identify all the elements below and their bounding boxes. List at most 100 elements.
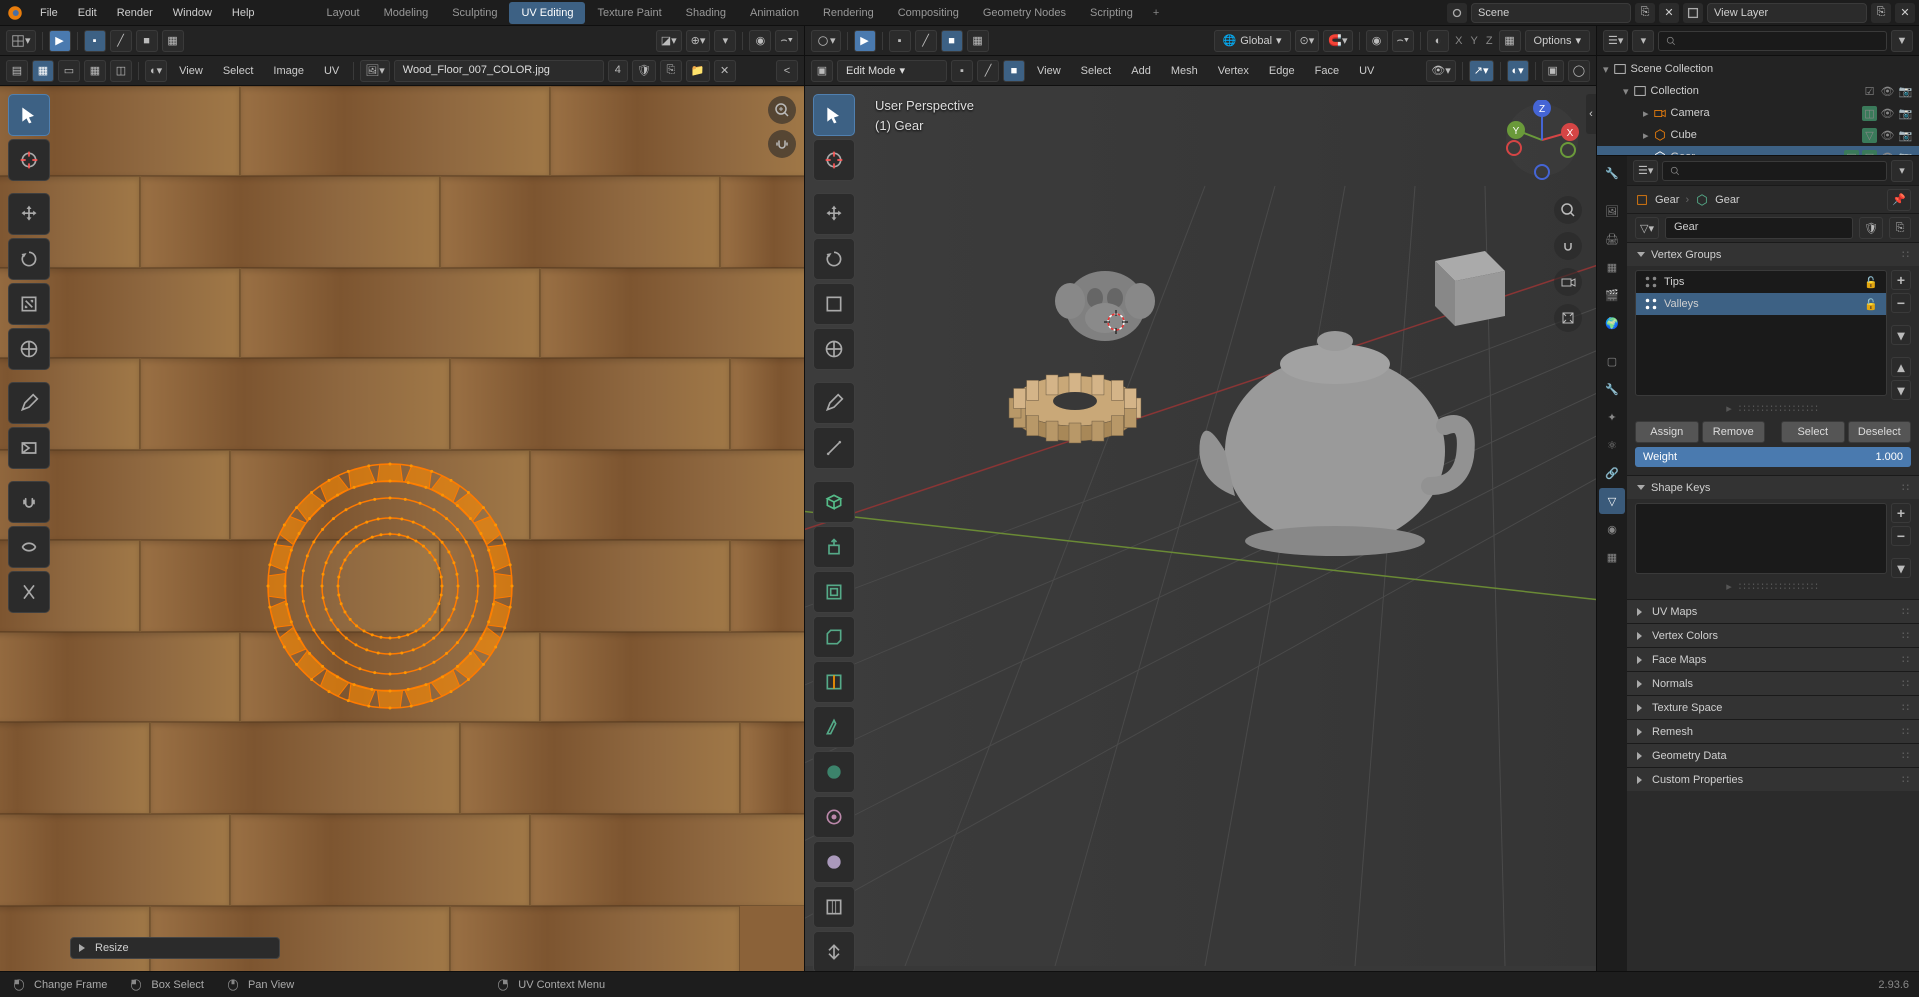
vp-menu-edge[interactable]: Edge	[1261, 61, 1303, 81]
props-tab-modifiers[interactable]: 🔧	[1599, 376, 1625, 402]
vp-tool-inset[interactable]	[813, 571, 855, 613]
select-mode-sync[interactable]: ▶	[854, 30, 876, 52]
shading-wireframe[interactable]: ◯	[1568, 60, 1590, 82]
select-island[interactable]: ▦	[967, 30, 989, 52]
perspective-toggle-icon[interactable]	[1554, 304, 1582, 332]
pivot-3d[interactable]: ⊙▾	[1295, 30, 1320, 52]
vp-tool-spin[interactable]	[813, 796, 855, 838]
image-name-field[interactable]: Wood_Floor_007_COLOR.jpg	[394, 60, 604, 82]
props-tab-output[interactable]: 🖨	[1599, 226, 1625, 252]
panel-geometry-data[interactable]: Geometry Data∷	[1627, 743, 1919, 767]
mat-slot-icon[interactable]: ▽	[1862, 128, 1877, 143]
mode-select[interactable]: Edit Mode ▾	[837, 60, 947, 82]
props-tab-world[interactable]: 🌍	[1599, 310, 1625, 336]
workspace-tab-sculpting[interactable]: Sculpting	[440, 2, 509, 24]
eye-icon[interactable]: 👁	[1880, 128, 1895, 143]
tool-relax[interactable]	[8, 526, 50, 568]
mat-slot2-icon[interactable]: ▽	[1862, 150, 1877, 156]
vp-menu-add[interactable]: Add	[1123, 61, 1159, 81]
vp-tool-edge-slide[interactable]	[813, 886, 855, 928]
gizmo-toggle[interactable]: ↗▾	[1469, 60, 1494, 82]
menu-render[interactable]: Render	[107, 3, 163, 23]
tree-scene-collection[interactable]: ▾ Scene Collection	[1597, 58, 1919, 80]
axis-z-lock[interactable]: Z	[1484, 35, 1495, 47]
uv-viewport[interactable]: Resize	[0, 86, 804, 971]
panel-vertex-groups[interactable]: Vertex Groups ∷	[1627, 242, 1919, 266]
workspace-tab-layout[interactable]: Layout	[315, 2, 372, 24]
panel-normals[interactable]: Normals∷	[1627, 671, 1919, 695]
panel-custom-properties[interactable]: Custom Properties∷	[1627, 767, 1919, 791]
vg-remove-button[interactable]: −	[1891, 293, 1911, 313]
workspace-tab-scripting[interactable]: Scripting	[1078, 2, 1145, 24]
uv-island-select-button[interactable]: ▦	[162, 30, 184, 52]
tree-item-cube[interactable]: ▸ Cube ▽ 👁📷	[1597, 124, 1919, 146]
scene-browse-icon[interactable]	[1447, 3, 1467, 23]
props-tab-scene[interactable]: 🎬	[1599, 282, 1625, 308]
proportional-edit-button[interactable]: ◉	[749, 30, 771, 52]
workspace-tab-rendering[interactable]: Rendering	[811, 2, 886, 24]
camera-icon[interactable]: 📷	[1898, 84, 1913, 99]
toolbar-toggle[interactable]: ▦	[32, 60, 54, 82]
panel-uv-maps[interactable]: UV Maps∷	[1627, 599, 1919, 623]
vg-weight-slider[interactable]: Weight 1.000	[1635, 447, 1911, 467]
props-editor-type[interactable]: ☰▾	[1633, 160, 1658, 182]
menu-file[interactable]: File	[30, 3, 68, 23]
props-tab-constraints[interactable]: 🔗	[1599, 460, 1625, 486]
vg-assign-button[interactable]: Assign	[1635, 421, 1699, 443]
workspace-tab-modeling[interactable]: Modeling	[372, 2, 441, 24]
unlink-image-button[interactable]: ✕	[714, 60, 736, 82]
tool-rotate[interactable]	[8, 238, 50, 280]
tree-item-gear[interactable]: ▸ Gear ▣ ▽ 👁📷	[1597, 146, 1919, 155]
zoom-3d-icon[interactable]	[1554, 196, 1582, 224]
falloff-3d[interactable]: ⌢▾	[1392, 30, 1415, 52]
tool-scale[interactable]	[8, 283, 50, 325]
vp-tool-scale[interactable]	[813, 283, 855, 325]
pan-icon[interactable]	[768, 130, 796, 158]
workspace-tab-compositing[interactable]: Compositing	[886, 2, 971, 24]
camera-view-icon[interactable]	[1554, 268, 1582, 296]
transform-orientation[interactable]: 🌐 Global ▾	[1214, 30, 1291, 52]
vp-tool-transform[interactable]	[813, 328, 855, 370]
snap-3d[interactable]: 🧲▾	[1323, 30, 1352, 52]
select-edge[interactable]: ╱	[915, 30, 937, 52]
vg-move-up-button[interactable]: ▴	[1891, 357, 1911, 377]
add-workspace-button[interactable]: +	[1145, 3, 1167, 23]
axis-x-lock[interactable]: X	[1453, 35, 1464, 47]
check-icon[interactable]: ☑	[1862, 84, 1877, 99]
snap-button[interactable]: ▾	[714, 30, 736, 52]
fake-user-icon[interactable]: 🛡	[1859, 217, 1883, 239]
workspace-tab-uv-editing[interactable]: UV Editing	[509, 2, 585, 24]
mesh-browse-icon[interactable]: ▽▾	[1635, 217, 1659, 239]
lock-icon[interactable]: 🔓	[1864, 276, 1878, 289]
menu-window[interactable]: Window	[163, 3, 222, 23]
vp-tool-add-cube[interactable]	[813, 481, 855, 523]
vg-remove-from-button[interactable]: Remove	[1702, 421, 1766, 443]
vp-menu-face[interactable]: Face	[1307, 61, 1347, 81]
uv-select-sync-button[interactable]: ▶	[49, 30, 71, 52]
vp-tool-smooth[interactable]	[813, 841, 855, 883]
sidebar-toggle[interactable]: ▤	[6, 60, 28, 82]
vp-tool-annotate[interactable]	[813, 382, 855, 424]
edge-mode-button[interactable]: ╱	[977, 60, 999, 82]
last-operator-panel[interactable]: Resize	[70, 937, 280, 959]
new-scene-icon[interactable]: ⎘	[1635, 3, 1655, 23]
sk-specials-button[interactable]: ▾	[1891, 558, 1911, 578]
sk-add-button[interactable]: +	[1891, 503, 1911, 523]
falloff-button[interactable]: ⌢▾	[775, 30, 798, 52]
eye-icon[interactable]: 👁	[1880, 106, 1895, 121]
outliner-filter[interactable]: ▼	[1891, 30, 1913, 52]
new-image-button[interactable]: ⎘	[660, 60, 682, 82]
eye-icon[interactable]: 👁	[1880, 84, 1895, 99]
obj-interaction-mode-icon[interactable]: ▣	[811, 60, 833, 82]
tool-transform[interactable]	[8, 328, 50, 370]
lock-icon[interactable]: 🔓	[1864, 298, 1878, 311]
overlay-toggle[interactable]: ◐▾	[1507, 60, 1529, 82]
vp-tool-knife[interactable]	[813, 706, 855, 748]
vp-tool-poly-build[interactable]	[813, 751, 855, 793]
scene-name-field[interactable]: Scene	[1471, 3, 1631, 23]
uv-face-select-button[interactable]: ■	[136, 30, 158, 52]
n-panel-toggle[interactable]: ‹	[1586, 94, 1596, 134]
face-mode-button[interactable]: ■	[1003, 60, 1025, 82]
viewport-3d[interactable]: User Perspective (1) Gear	[805, 86, 1596, 971]
vp-tool-select[interactable]	[813, 94, 855, 136]
